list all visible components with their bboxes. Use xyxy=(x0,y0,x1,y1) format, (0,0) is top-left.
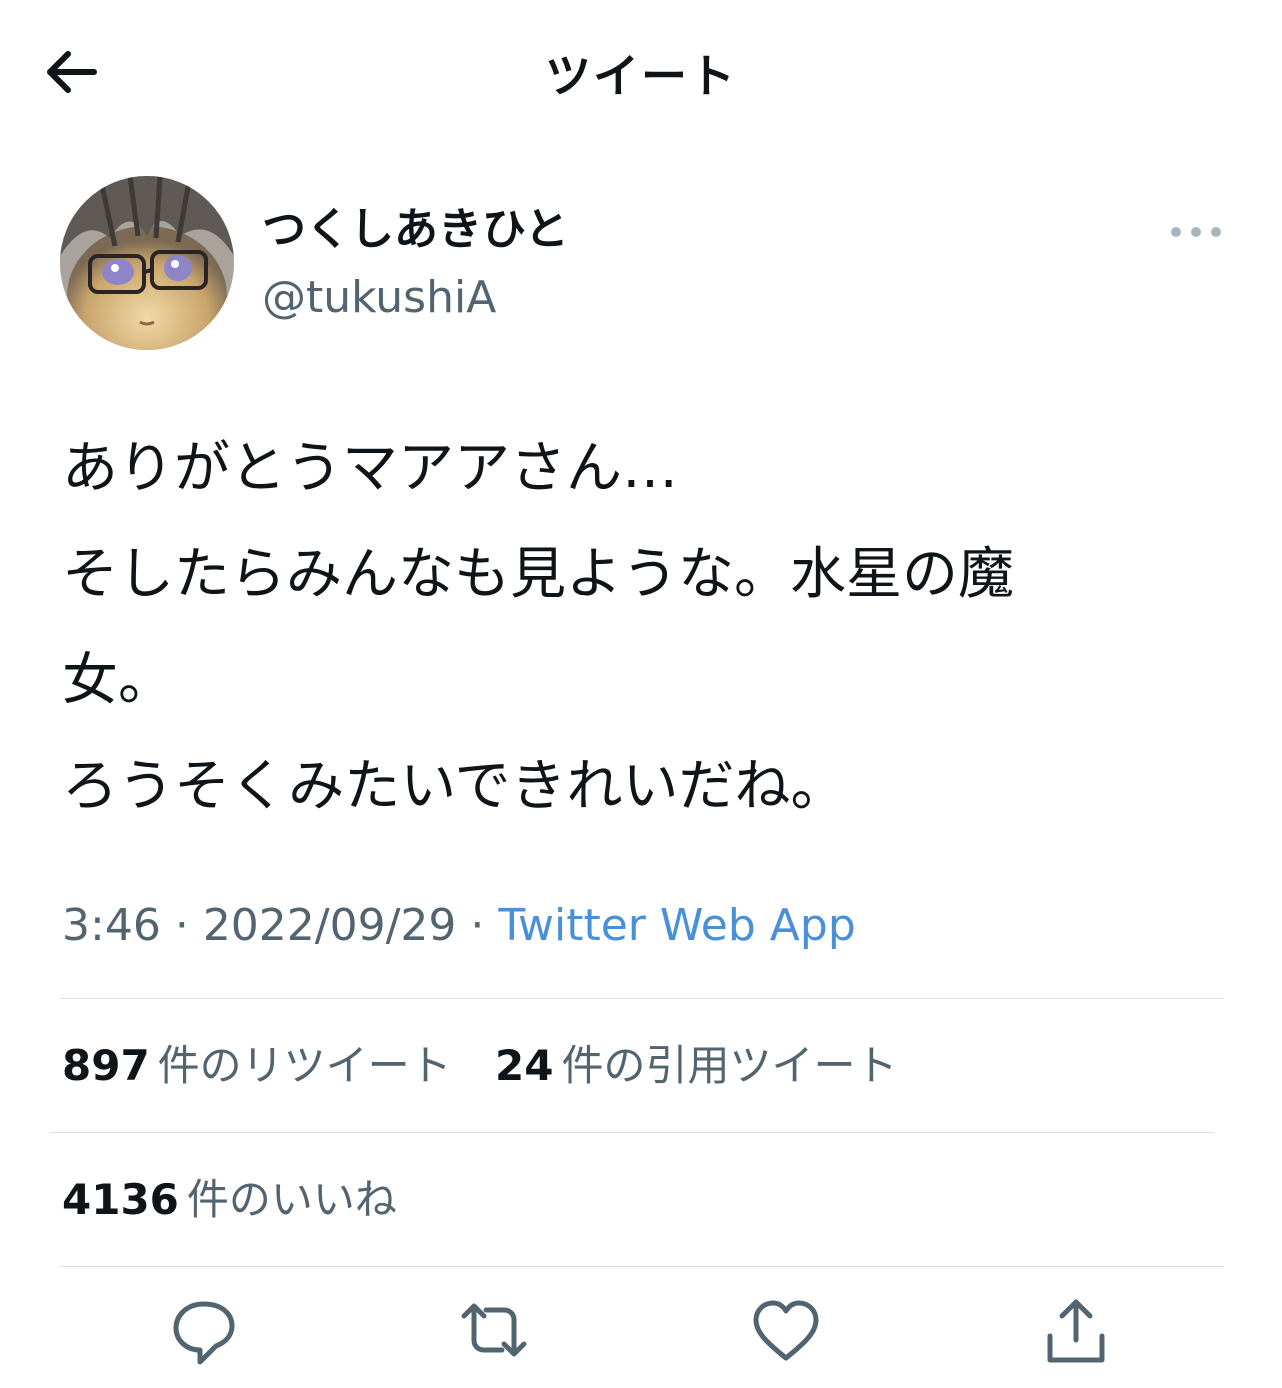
avatar[interactable] xyxy=(60,176,234,350)
author-name[interactable]: つくしあきひと xyxy=(262,202,569,258)
likes-label: 件のいいね xyxy=(186,1175,397,1224)
reply-button[interactable] xyxy=(164,1290,244,1370)
tweet-text-line: 女。 xyxy=(62,648,174,713)
tweet-text-line: そしたらみんなも見ような。水星の魔 xyxy=(62,542,1014,607)
retweet-icon xyxy=(461,1303,527,1357)
retweets-label: 件のリツイート xyxy=(157,1041,452,1090)
quotes-label: 件の引用ツイート xyxy=(561,1041,898,1090)
retweets-stat[interactable]: 897 件のリツイート xyxy=(62,1036,452,1096)
more-horizontal-icon xyxy=(1171,227,1221,237)
retweet-stats-row: 897 件のリツイート 24 件の引用ツイート xyxy=(62,1036,928,1096)
tweet-time[interactable]: 3:46 xyxy=(62,900,161,951)
heart-icon xyxy=(753,1300,819,1361)
divider xyxy=(60,1266,1224,1267)
like-button[interactable] xyxy=(746,1290,826,1370)
share-icon xyxy=(1047,1299,1105,1363)
quotes-stat[interactable]: 24 件の引用ツイート xyxy=(495,1036,897,1096)
tweet-source-link[interactable]: Twitter Web App xyxy=(498,900,855,951)
more-button[interactable] xyxy=(1164,212,1228,252)
meta-separator: · xyxy=(174,900,189,951)
avatar-image xyxy=(60,176,234,350)
meta-separator: · xyxy=(470,900,485,951)
tweet-text-line: ろうそくみたいできれいだね。 xyxy=(62,754,847,819)
tweet-text: ありがとうマアアさん… そしたらみんなも見ような。水星の魔 女。 ろうそくみたい… xyxy=(62,416,1232,840)
action-bar xyxy=(0,1290,1282,1380)
author-handle[interactable]: @tukushiA xyxy=(262,270,496,326)
share-button[interactable] xyxy=(1036,1290,1116,1370)
tweet-metadata: 3:46 · 2022/09/29 · Twitter Web App xyxy=(62,896,856,956)
likes-stat[interactable]: 4136 件のいいね xyxy=(62,1170,397,1230)
tweet-text-line: ありがとうマアアさん… xyxy=(62,436,678,501)
reply-icon xyxy=(173,1301,235,1365)
likes-count: 4136 xyxy=(62,1175,179,1224)
page-title: ツイート xyxy=(545,49,737,103)
top-bar: ツイート xyxy=(0,0,1282,140)
divider xyxy=(50,1132,1214,1133)
tweet-date[interactable]: 2022/09/29 xyxy=(203,900,457,951)
quotes-count: 24 xyxy=(495,1041,554,1090)
retweet-button[interactable] xyxy=(454,1290,534,1370)
retweets-count: 897 xyxy=(62,1041,150,1090)
divider xyxy=(60,998,1224,999)
likes-stats-row: 4136 件のいいね xyxy=(62,1170,427,1230)
